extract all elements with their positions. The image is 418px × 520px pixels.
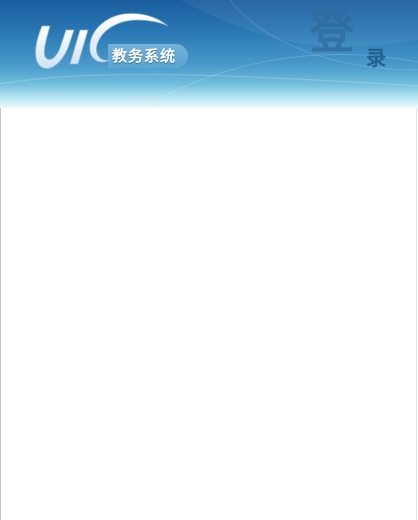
header-banner: 教务系统 登 录 [0, 0, 418, 108]
content-area [0, 108, 417, 520]
login-title-char-2: 录 [366, 46, 386, 70]
login-page: 教务系统 登 录 [0, 0, 418, 520]
login-title-char-1: 登 [310, 8, 354, 59]
system-name-label: 教务系统 [108, 44, 189, 68]
